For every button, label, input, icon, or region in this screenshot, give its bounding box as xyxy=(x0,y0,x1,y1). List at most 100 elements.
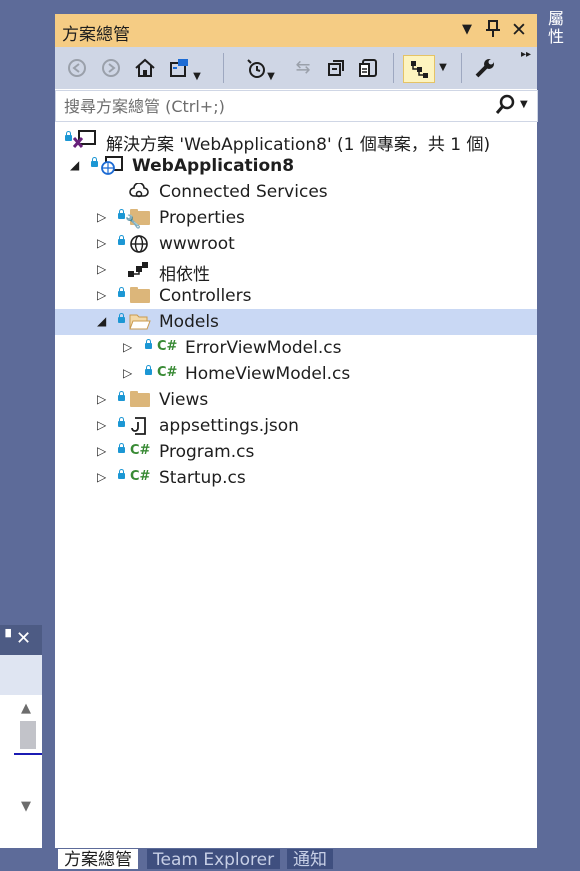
preview-selected-icon[interactable] xyxy=(403,55,435,83)
toolbar-separator xyxy=(461,53,462,83)
properties-side-tab[interactable]: 屬性 xyxy=(548,10,572,46)
tree-row-appsettings[interactable]: ▷ appsettings.json xyxy=(55,413,537,439)
tree-row-connected-services[interactable]: Connected Services xyxy=(55,179,537,205)
search-input[interactable] xyxy=(56,91,484,121)
toolbar-separator xyxy=(223,53,224,83)
close-icon[interactable]: ✕ xyxy=(16,628,31,649)
connected-services-icon xyxy=(129,182,149,205)
globe-icon xyxy=(129,234,149,258)
collapsed-arrow-icon[interactable]: ▷ xyxy=(97,418,106,432)
tree-row-properties[interactable]: ▷ 🔧 Properties xyxy=(55,205,537,231)
item-label: Views xyxy=(159,390,209,410)
forward-icon[interactable] xyxy=(99,55,123,81)
collapsed-arrow-icon[interactable]: ▷ xyxy=(97,444,106,458)
item-label: 相依性 xyxy=(159,265,210,285)
overflow-icon[interactable]: ▸▸ xyxy=(521,49,531,60)
tab-notifications[interactable]: 通知 xyxy=(287,849,333,870)
caret-line xyxy=(14,753,42,755)
left-panel-strip xyxy=(0,655,42,695)
close-icon[interactable]: ✕ xyxy=(509,20,529,40)
panel-title: 方案總管 xyxy=(62,25,130,45)
item-label: Controllers xyxy=(159,286,252,306)
collapsed-arrow-icon[interactable]: ▷ xyxy=(97,262,106,276)
tree-row-project[interactable]: ◢ WebApplication8 xyxy=(55,153,537,179)
lock-icon xyxy=(118,209,125,219)
panel-toolbar: ▼ ▼ ⇆ ▼ ▸▸ xyxy=(55,47,537,89)
solution-explorer-panel: 方案總管 ▼ ✕ ▼ ▼ ⇆ ▼ ▸▸ 搜尋方案總管 (Ctrl+;) ▼ 解決… xyxy=(55,14,538,848)
solution-label: 解決方案 'WebApplication8' (1 個專案，共 1 個) xyxy=(106,135,491,155)
wrench-icon: 🔧 xyxy=(125,215,142,230)
scroll-up-icon[interactable]: ▲ xyxy=(21,701,31,716)
lock-icon xyxy=(91,157,98,167)
pin-icon[interactable]: ▝ xyxy=(0,630,11,646)
folder-icon xyxy=(130,391,150,407)
lock-icon xyxy=(118,313,125,323)
scroll-down-icon[interactable]: ▼ xyxy=(21,799,31,814)
solution-icon xyxy=(72,130,97,154)
tree-row-startup[interactable]: ▷ C# Startup.cs xyxy=(55,465,537,491)
tree-row-homeviewmodel[interactable]: ▷ C# HomeViewModel.cs xyxy=(55,361,537,387)
collapse-all-icon[interactable] xyxy=(325,55,349,81)
item-label: Models xyxy=(159,312,219,332)
tab-team-explorer[interactable]: Team Explorer xyxy=(147,849,281,870)
tree-row-wwwroot[interactable]: ▷ wwwroot xyxy=(55,231,537,257)
lock-icon xyxy=(145,365,152,375)
item-label: Connected Services xyxy=(159,182,328,202)
toolbar-separator xyxy=(393,53,394,83)
search-icon[interactable] xyxy=(494,94,516,120)
tree-row-dependencies[interactable]: ▷ 相依性 xyxy=(55,257,537,285)
collapsed-arrow-icon[interactable]: ▷ xyxy=(97,236,106,250)
tree-row-program[interactable]: ▷ C# Program.cs xyxy=(55,439,537,465)
item-label: Startup.cs xyxy=(159,468,246,488)
tab-solution-explorer[interactable]: 方案總管 xyxy=(58,849,138,870)
pending-changes-icon[interactable]: ▼ xyxy=(239,55,281,82)
scrollbar-thumb[interactable] xyxy=(20,721,36,749)
pin-icon[interactable] xyxy=(483,20,503,40)
tree-row-solution[interactable]: 解決方案 'WebApplication8' (1 個專案，共 1 個) xyxy=(55,127,537,155)
collapsed-arrow-icon[interactable]: ▷ xyxy=(97,210,106,224)
search-bar: ▼ xyxy=(55,90,538,122)
item-label: wwwroot xyxy=(159,234,235,254)
panel-titlebar: 方案總管 ▼ ✕ xyxy=(55,14,537,47)
item-label: ErrorViewModel.cs xyxy=(185,338,342,358)
lock-icon xyxy=(145,339,152,349)
item-label: appsettings.json xyxy=(159,416,299,436)
lock-icon xyxy=(118,235,125,245)
collapsed-arrow-icon[interactable]: ▷ xyxy=(123,340,132,354)
lock-icon xyxy=(118,287,125,297)
lock-icon xyxy=(118,443,125,453)
expanded-arrow-icon[interactable]: ◢ xyxy=(70,158,79,172)
web-project-icon xyxy=(100,156,124,180)
back-icon[interactable] xyxy=(65,55,89,81)
project-label: WebApplication8 xyxy=(132,156,295,176)
left-tool-panel: ▝ ✕ ▲ ▼ xyxy=(0,625,42,848)
show-all-files-icon[interactable] xyxy=(357,55,381,81)
collapsed-arrow-icon[interactable]: ▷ xyxy=(97,470,106,484)
left-panel-header: ▝ ✕ xyxy=(0,625,42,655)
lock-icon xyxy=(118,417,125,427)
csharp-file-icon: C# xyxy=(157,339,178,354)
search-options-icon[interactable]: ▼ xyxy=(520,99,528,110)
switch-views-icon[interactable]: ▼ xyxy=(167,55,203,82)
preview-dropdown-icon[interactable]: ▼ xyxy=(437,55,449,81)
sync-icon[interactable]: ⇆ xyxy=(291,55,315,81)
dropdown-icon[interactable]: ▼ xyxy=(457,20,477,40)
open-folder-icon xyxy=(129,313,151,335)
home-icon[interactable] xyxy=(133,55,157,81)
tree-row-views[interactable]: ▷ Views xyxy=(55,387,537,413)
tree-row-models[interactable]: ◢ Models xyxy=(55,309,537,335)
collapsed-arrow-icon[interactable]: ▷ xyxy=(97,288,106,302)
item-label: Program.cs xyxy=(159,442,255,462)
lock-icon xyxy=(118,391,125,401)
collapsed-arrow-icon[interactable]: ▷ xyxy=(97,392,106,406)
folder-icon xyxy=(130,287,150,303)
item-label: HomeViewModel.cs xyxy=(185,364,351,384)
properties-icon[interactable] xyxy=(473,55,497,81)
lock-icon xyxy=(65,131,72,141)
collapsed-arrow-icon[interactable]: ▷ xyxy=(123,366,132,380)
item-label: Properties xyxy=(159,208,245,228)
expanded-arrow-icon[interactable]: ◢ xyxy=(97,314,106,328)
tree-row-errorviewmodel[interactable]: ▷ C# ErrorViewModel.cs xyxy=(55,335,537,361)
dependencies-icon xyxy=(127,261,149,283)
tree-row-controllers[interactable]: ▷ Controllers xyxy=(55,283,537,309)
